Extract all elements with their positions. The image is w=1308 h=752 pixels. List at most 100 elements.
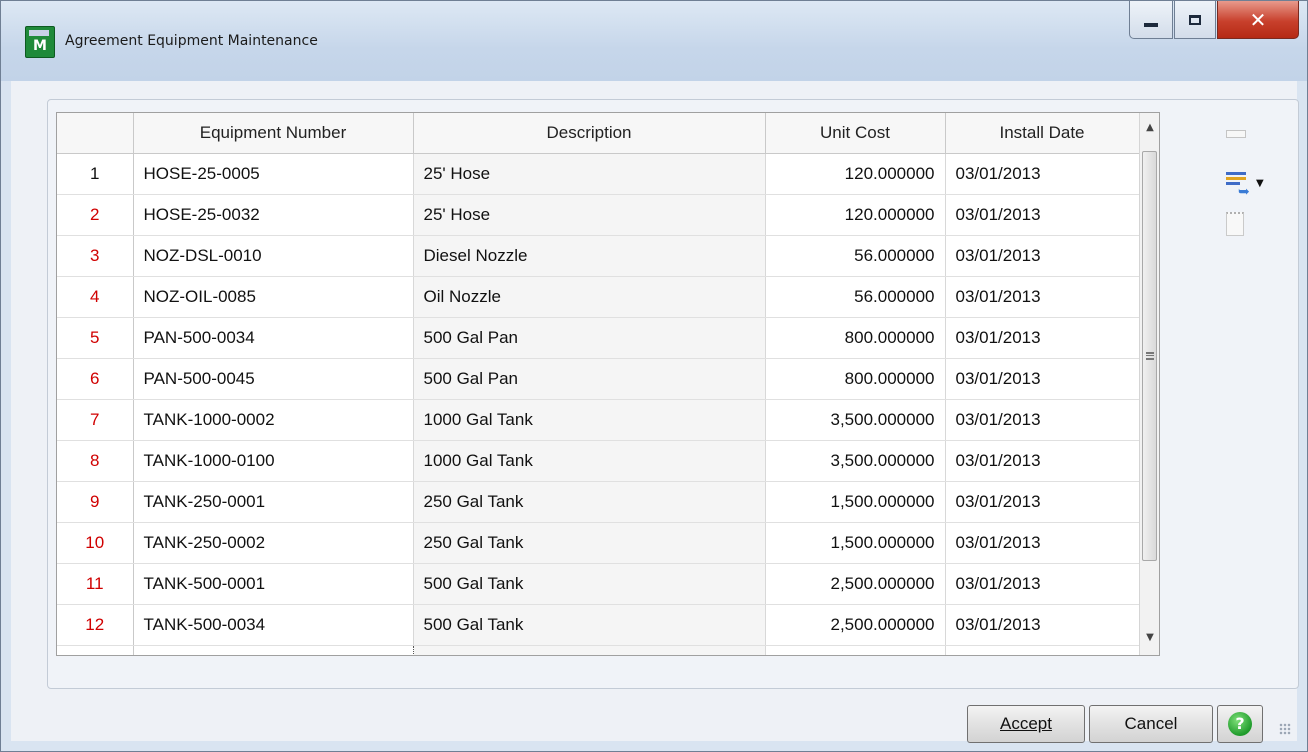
unit-cost-cell[interactable]: 800.000000 — [765, 358, 946, 400]
minimize-button[interactable] — [1129, 1, 1173, 39]
row-number: 10 — [57, 522, 134, 564]
equipment-number-cell[interactable]: TANK-1000-0100 — [133, 440, 414, 482]
install-date-cell[interactable]: 03/01/2013 — [945, 522, 1140, 564]
install-date-cell[interactable]: 03/01/2013 — [945, 440, 1140, 482]
equipment-number-cell[interactable]: HOSE-25-0032 — [133, 194, 414, 236]
unit-cost-cell[interactable]: 120.000000 — [765, 194, 946, 236]
install-date-cell[interactable]: 03/01/2013 — [945, 153, 1140, 195]
table-row[interactable]: 6 PAN-500-0045 500 Gal Pan 800.000000 03/01/… — [57, 358, 1140, 400]
table-row[interactable]: 2 HOSE-25-0032 25' Hose 120.000000 03/01/201… — [57, 194, 1140, 236]
grid-body: 1 HOSE-25-0005 25' Hose 120.000000 03/01/201… — [57, 153, 1140, 655]
accept-button[interactable]: Accept — [967, 705, 1085, 743]
description-cell[interactable]: Oil Nozzle — [413, 276, 766, 318]
description-cell[interactable]: 500 Gal Tank — [413, 563, 766, 605]
window-title: Agreement Equipment Maintenance — [65, 33, 318, 49]
maximize-button[interactable] — [1174, 1, 1216, 39]
new-entry-cell[interactable] — [765, 645, 946, 655]
table-row[interactable]: 3 NOZ-DSL-0010 Diesel Nozzle 56.000000 03/01… — [57, 235, 1140, 277]
table-row[interactable]: 10 TANK-250-0002 250 Gal Tank 1,500.000000 0… — [57, 522, 1140, 564]
row-number: 3 — [57, 235, 134, 277]
equipment-number-cell[interactable]: NOZ-DSL-0010 — [133, 235, 414, 277]
equipment-grid[interactable]: Equipment Number Description Unit Cost I… — [56, 112, 1160, 656]
description-cell[interactable]: Diesel Nozzle — [413, 235, 766, 277]
row-number: 7 — [57, 399, 134, 441]
table-row[interactable]: 5 PAN-500-0034 500 Gal Pan 800.000000 03/01/… — [57, 317, 1140, 359]
description-cell[interactable]: 500 Gal Tank — [413, 604, 766, 646]
accept-label: Accept — [1000, 714, 1052, 733]
equipment-number-cell[interactable]: TANK-250-0001 — [133, 481, 414, 523]
install-date-cell[interactable]: 03/01/2013 — [945, 276, 1140, 318]
table-row[interactable]: 1 HOSE-25-0005 25' Hose 120.000000 03/01/201… — [57, 153, 1140, 195]
title-bar[interactable]: M Agreement Equipment Maintenance ✕ — [1, 1, 1307, 81]
equipment-number-cell[interactable]: PAN-500-0045 — [133, 358, 414, 400]
unit-cost-cell[interactable]: 56.000000 — [765, 235, 946, 277]
scroll-down-icon[interactable]: ▼ — [1140, 627, 1159, 649]
unit-cost-cell[interactable]: 120.000000 — [765, 153, 946, 195]
row-number: 11 — [57, 563, 134, 605]
equipment-number-cell[interactable]: TANK-500-0001 — [133, 563, 414, 605]
install-date-cell[interactable]: 03/01/2013 — [945, 481, 1140, 523]
dropdown-caret-icon[interactable]: ▼ — [1256, 178, 1264, 189]
row-number: 6 — [57, 358, 134, 400]
column-header-equipment-number[interactable]: Equipment Number — [133, 113, 414, 154]
table-row[interactable]: 7 TANK-1000-0002 1000 Gal Tank 3,500.000000… — [57, 399, 1140, 441]
maximize-icon — [1189, 14, 1201, 25]
install-date-cell[interactable]: 03/01/2013 — [945, 399, 1140, 441]
unit-cost-cell[interactable]: 1,500.000000 — [765, 522, 946, 564]
unit-cost-cell[interactable]: 800.000000 — [765, 317, 946, 359]
install-date-cell[interactable]: 03/01/2013 — [945, 604, 1140, 646]
scroll-up-icon[interactable]: ▲ — [1140, 117, 1159, 139]
help-button[interactable]: ? — [1217, 705, 1263, 743]
new-entry-focused-cell[interactable] — [132, 645, 414, 655]
column-header-unit-cost[interactable]: Unit Cost — [765, 113, 946, 154]
unit-cost-cell[interactable]: 56.000000 — [765, 276, 946, 318]
new-entry-cell[interactable] — [413, 645, 766, 655]
equipment-number-cell[interactable]: PAN-500-0034 — [133, 317, 414, 359]
table-row[interactable]: 11 TANK-500-0001 500 Gal Tank 2,500.000000 0… — [57, 563, 1140, 605]
install-date-cell[interactable]: 03/01/2013 — [945, 235, 1140, 277]
row-number: 4 — [57, 276, 134, 318]
minimize-icon — [1144, 22, 1158, 27]
description-cell[interactable]: 250 Gal Tank — [413, 522, 766, 564]
equipment-number-cell[interactable]: TANK-1000-0002 — [133, 399, 414, 441]
unit-cost-cell[interactable]: 2,500.000000 — [765, 563, 946, 605]
install-date-cell[interactable]: 03/01/2013 — [945, 358, 1140, 400]
description-cell[interactable]: 25' Hose — [413, 153, 766, 195]
column-header-description[interactable]: Description — [413, 113, 766, 154]
equipment-number-cell[interactable]: TANK-250-0002 — [133, 522, 414, 564]
install-date-cell[interactable]: 03/01/2013 — [945, 563, 1140, 605]
equipment-number-cell[interactable]: HOSE-25-0005 — [133, 153, 414, 195]
close-button[interactable]: ✕ — [1217, 1, 1299, 39]
description-cell[interactable]: 500 Gal Pan — [413, 358, 766, 400]
unit-cost-cell[interactable]: 2,500.000000 — [765, 604, 946, 646]
header-row: Equipment Number Description Unit Cost I… — [57, 113, 1140, 154]
description-cell[interactable]: 500 Gal Pan — [413, 317, 766, 359]
description-cell[interactable]: 25' Hose — [413, 194, 766, 236]
resize-grip-icon[interactable] — [1279, 723, 1291, 735]
app-icon[interactable]: M — [25, 26, 55, 58]
install-date-cell[interactable]: 03/01/2013 — [945, 317, 1140, 359]
new-entry-cell[interactable] — [57, 645, 134, 655]
table-row[interactable]: 8 TANK-1000-0100 1000 Gal Tank 3,500.000000… — [57, 440, 1140, 482]
description-cell[interactable]: 1000 Gal Tank — [413, 440, 766, 482]
equipment-table: Equipment Number Description Unit Cost I… — [57, 113, 1140, 655]
equipment-number-cell[interactable]: TANK-500-0034 — [133, 604, 414, 646]
scrollbar-thumb[interactable] — [1142, 151, 1157, 561]
new-entry-row[interactable] — [57, 645, 1140, 655]
help-icon: ? — [1228, 712, 1252, 736]
cancel-button[interactable]: Cancel — [1089, 705, 1213, 743]
equipment-number-cell[interactable]: NOZ-OIL-0085 — [133, 276, 414, 318]
unit-cost-cell[interactable]: 3,500.000000 — [765, 399, 946, 441]
install-date-cell[interactable]: 03/01/2013 — [945, 194, 1140, 236]
column-header-install-date[interactable]: Install Date — [945, 113, 1140, 154]
row-number: 12 — [57, 604, 134, 646]
unit-cost-cell[interactable]: 3,500.000000 — [765, 440, 946, 482]
vertical-scrollbar[interactable]: ▲ ▼ — [1139, 113, 1159, 655]
new-entry-cell[interactable] — [945, 645, 1140, 655]
unit-cost-cell[interactable]: 1,500.000000 — [765, 481, 946, 523]
description-cell[interactable]: 250 Gal Tank — [413, 481, 766, 523]
table-row[interactable]: 9 TANK-250-0001 250 Gal Tank 1,500.000000 03… — [57, 481, 1140, 523]
description-cell[interactable]: 1000 Gal Tank — [413, 399, 766, 441]
table-row[interactable]: 12 TANK-500-0034 500 Gal Tank 2,500.000000 0… — [57, 604, 1140, 646]
table-row[interactable]: 4 NOZ-OIL-0085 Oil Nozzle 56.000000 03/01/20… — [57, 276, 1140, 318]
